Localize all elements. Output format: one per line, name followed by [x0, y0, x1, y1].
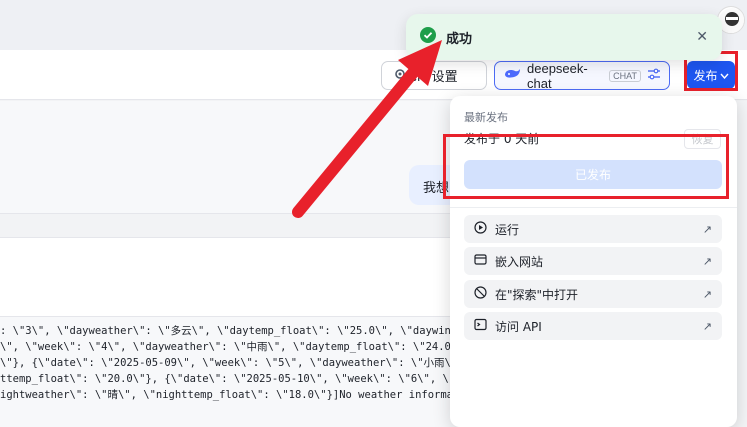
success-toast: 成功 ✕: [406, 14, 722, 60]
sliders-icon[interactable]: [647, 68, 661, 83]
latest-publish-title: 最新发布: [464, 111, 508, 124]
terminal-icon: [474, 318, 487, 334]
model-name: deepseek-chat: [527, 60, 588, 91]
menu-item-run[interactable]: 运行 ↗: [464, 215, 722, 243]
close-icon[interactable]: ✕: [696, 29, 708, 45]
agent-settings-button[interactable]: ent 设置: [381, 61, 487, 90]
external-link-icon: ↗: [702, 319, 712, 333]
menu-item-label: 运行: [495, 222, 520, 237]
external-link-icon: ↗: [702, 254, 712, 268]
check-circle-icon: [420, 27, 436, 47]
embed-window-icon: [474, 253, 487, 269]
menu-item-label: 在"探索"中打开: [495, 287, 579, 302]
menu-item-label: 访问 API: [495, 319, 542, 334]
model-tag: CHAT: [609, 69, 641, 82]
external-link-icon: ↗: [702, 222, 712, 236]
gear-icon: [394, 68, 406, 83]
play-circle-icon: [474, 221, 487, 237]
menu-item-api[interactable]: 访问 API ↗: [464, 312, 722, 340]
menu-item-embed[interactable]: 嵌入网站 ↗: [464, 247, 722, 275]
agent-settings-label: ent 设置: [410, 69, 458, 84]
external-link-icon: ↗: [702, 287, 712, 301]
code-line: : \"3\", \"dayweather\": \"多云\", \"dayte…: [0, 325, 477, 337]
compass-icon: [474, 286, 487, 302]
whale-icon: [503, 67, 521, 84]
menu-item-label: 嵌入网站: [495, 254, 544, 269]
model-selector[interactable]: deepseek-chat CHAT: [494, 60, 670, 91]
annotation-box-published: [443, 134, 729, 199]
menu-item-explore[interactable]: 在"探索"中打开 ↗: [464, 280, 722, 308]
divider: [450, 207, 737, 208]
toast-message: 成功: [446, 31, 473, 47]
